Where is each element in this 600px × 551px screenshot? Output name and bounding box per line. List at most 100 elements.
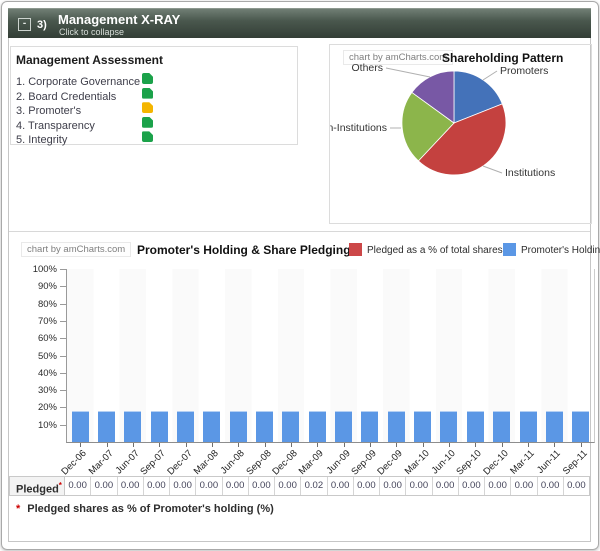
y-axis-tick: [60, 407, 67, 409]
y-axis-label: 40%: [37, 367, 57, 379]
bar-slot: [568, 269, 594, 447]
pledged-value-cell: 0.00: [196, 477, 223, 495]
bar-slot: [515, 269, 541, 447]
collapse-icon[interactable]: -: [18, 18, 31, 31]
bar-promoter-s-holding[interactable]: [98, 410, 116, 442]
bar-slot: [251, 269, 277, 447]
bar-promoter-s-holding[interactable]: [440, 410, 458, 442]
management-assessment-panel: Management Assessment 1. Corporate Gover…: [10, 46, 298, 146]
bar-promoter-s-holding[interactable]: [177, 410, 195, 442]
y-axis-label: 30%: [37, 385, 57, 397]
y-axis-tick: [60, 286, 67, 288]
pledged-value-cell: 0.00: [511, 477, 538, 495]
pie-slice-label: Promoters: [500, 65, 548, 77]
status-flag-icon: [142, 116, 153, 128]
y-axis-tick: [60, 338, 67, 340]
y-axis-tick: [60, 424, 67, 426]
bar-slot: [120, 269, 146, 447]
bar-chart-title: Promoter's Holding & Share Pledging: [137, 243, 351, 257]
pledged-value-cell: 0.00: [170, 477, 197, 495]
shareholding-pattern-panel: chart by amCharts.com Shareholding Patte…: [329, 44, 592, 224]
status-flag-icon: [142, 87, 153, 99]
section-subtitle: Click to collapse: [59, 27, 125, 37]
bar-promoter-s-holding[interactable]: [256, 410, 274, 442]
footnote-text: Pledged shares as % of Promoter's holdin…: [27, 503, 274, 515]
section-divider: [9, 231, 590, 232]
pledged-value-cell: 0.00: [328, 477, 354, 495]
bar-slot: [383, 269, 409, 447]
bar-promoter-s-holding[interactable]: [545, 410, 563, 442]
y-axis-label: 90%: [37, 281, 57, 293]
bar-slot: [409, 269, 435, 447]
legend-swatch-holding[interactable]: [503, 243, 516, 256]
y-axis-tick: [60, 303, 67, 305]
y-axis-label: 100%: [32, 264, 57, 275]
y-axis-tick: [60, 320, 67, 322]
bar-promoter-s-holding[interactable]: [335, 410, 353, 442]
y-axis-label: 50%: [37, 350, 57, 362]
shareholding-pie-svg: Promoters Institutions Non-Institutions Oth…: [330, 62, 555, 179]
bar-slot: [330, 269, 356, 447]
legend-label-pledged[interactable]: Pledged as a % of total shares: [367, 245, 503, 256]
bar-slot: [357, 269, 383, 447]
bars: [67, 269, 594, 447]
bar-promoter-s-holding[interactable]: [361, 410, 379, 442]
bar-promoter-s-holding[interactable]: [387, 410, 405, 442]
footnote-asterisk: *: [16, 503, 21, 515]
bar-slot: [225, 269, 251, 447]
bar-promoter-s-holding[interactable]: [572, 410, 590, 442]
bar-promoter-s-holding[interactable]: [414, 410, 432, 442]
bar-promoter-s-holding[interactable]: [282, 410, 300, 442]
section-header[interactable]: - 3) Management X-RAY Click to collapse: [8, 8, 591, 38]
assessment-item: 2. Board Credentials: [16, 87, 292, 103]
pledged-value-cell: 0.00: [538, 477, 564, 495]
y-axis-label: 10%: [37, 419, 57, 431]
y-axis-tick: [60, 355, 67, 357]
pledged-value-cell: 0.00: [567, 480, 586, 491]
bar-slot: [278, 269, 304, 447]
assessment-title: Management Assessment: [16, 53, 163, 67]
assessment-list: 1. Corporate Governance 2. Board Credenti…: [16, 72, 292, 146]
pledged-value-cell: 0.00: [91, 477, 118, 495]
bar-promoter-s-holding[interactable]: [203, 410, 221, 442]
y-axis-tick: [60, 372, 67, 374]
pledged-value-cell: 0.02: [301, 477, 328, 495]
status-flag-icon: [142, 131, 153, 143]
assessment-item: 4. Transparency: [16, 116, 292, 132]
pledged-table: Pledged* 0.00 0.00 0.00 0.00 0.00 0.00 0.00 0.0…: [9, 476, 590, 496]
bar-slot: [462, 269, 488, 447]
bar-promoter-s-holding[interactable]: [71, 410, 89, 442]
status-flag-icon: [142, 73, 153, 84]
pie-slice-label: Non-Institutions: [330, 122, 387, 134]
pledged-value-cell: 0.00: [406, 477, 433, 495]
legend-label-holding[interactable]: Promoter's Holding: [521, 245, 600, 256]
legend-swatch-pledged[interactable]: [349, 243, 362, 256]
bar-promoter-s-holding[interactable]: [229, 410, 247, 442]
bar-promoter-s-holding[interactable]: [493, 410, 511, 442]
bar-promoter-s-holding[interactable]: [150, 410, 168, 442]
y-axis-label: 60%: [37, 333, 57, 345]
section-body: Management Assessment 1. Corporate Gover…: [8, 38, 600, 542]
bar-slot: [304, 269, 330, 447]
pledged-value-cell: 0.00: [380, 477, 407, 495]
assessment-item: 1. Corporate Governance: [16, 72, 292, 88]
y-axis-tick: [60, 390, 67, 392]
pie-slice-label: Others: [351, 62, 383, 74]
bar-promoter-s-holding[interactable]: [519, 410, 537, 442]
bar-slot: [541, 269, 567, 447]
y-axis-label: 80%: [37, 298, 57, 310]
section-number: 3): [37, 19, 47, 31]
bar-promoter-s-holding[interactable]: [308, 410, 326, 442]
bar-slot: [489, 269, 515, 447]
footnote: * Pledged shares as % of Promoter's holdi…: [16, 503, 274, 515]
pledged-value-cell: 0.00: [275, 477, 302, 495]
y-axis-label: 70%: [37, 315, 57, 327]
amcharts-watermark[interactable]: chart by amCharts.com: [21, 242, 132, 257]
pledged-row-label-text: Pledged: [16, 483, 59, 496]
y-axis-label: 20%: [37, 402, 57, 414]
bar-chart-plot: 10% 20% 30% 40% 50% 60% 70% 80% 90% 100%: [33, 264, 595, 447]
bar-promoter-s-holding[interactable]: [124, 410, 142, 442]
bar-promoter-s-holding[interactable]: [466, 410, 484, 442]
bar-slot: [67, 269, 93, 447]
pie-callout-line: [385, 67, 431, 78]
